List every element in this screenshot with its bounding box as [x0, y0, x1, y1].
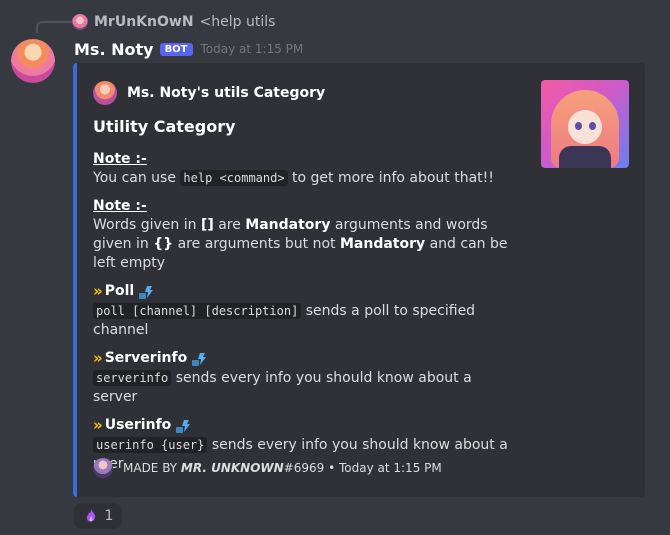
embed-title: Utility Category	[93, 117, 236, 136]
embed-author: Ms. Noty's utils Category	[93, 81, 325, 105]
tool-icon	[191, 351, 207, 367]
purple-fire-icon	[83, 508, 99, 524]
embed-description: Utility Category Note :- You can use hel…	[93, 117, 513, 474]
reply-text[interactable]: <help utils	[200, 14, 276, 30]
note-2-bold: Mandatory	[245, 217, 331, 233]
field-name: Poll	[104, 283, 135, 299]
poll-code: poll [channel] [description]	[93, 303, 302, 319]
field-serverinfo: » Serverinfo serverinfo sends every info…	[93, 348, 513, 407]
embed-thumbnail[interactable]	[541, 80, 629, 168]
footer-icon	[93, 458, 113, 478]
note-2-text: are	[213, 217, 246, 233]
bot-username[interactable]: Ms. Noty	[74, 40, 154, 59]
bot-avatar[interactable]	[11, 39, 55, 83]
note-1-text-post: to get more info about that!!	[287, 170, 494, 186]
bot-badge: BOT	[159, 42, 193, 56]
note-2-text: Words given in	[93, 217, 201, 233]
message-timestamp[interactable]: Today at 1:15 PM	[201, 42, 304, 56]
embed-author-icon	[93, 81, 117, 105]
userinfo-code: userinfo {user}	[93, 437, 208, 453]
note-2-text: are arguments but not	[173, 236, 340, 252]
note-2-bold: {}	[153, 236, 174, 252]
field-poll: » Poll poll [channel] [description] send…	[93, 281, 513, 340]
note-1-text-pre: You can use	[93, 170, 181, 186]
embed-author-name: Ms. Noty's utils Category	[127, 85, 326, 101]
reply-preview[interactable]: MrUnKnOwN <help utils	[72, 12, 275, 32]
chevron-icon: »	[93, 349, 103, 367]
field-name: Serverinfo	[104, 350, 188, 366]
reply-connector	[36, 21, 72, 33]
chevron-icon: »	[93, 282, 103, 300]
tool-icon	[175, 418, 191, 434]
message-header: Ms. Noty BOT Today at 1:15 PM	[74, 38, 303, 60]
note-2-bold: Mandatory	[339, 236, 426, 252]
field-name: Userinfo	[104, 417, 172, 433]
tool-icon	[138, 284, 154, 300]
help-embed: Ms. Noty's utils Category Utility Catego…	[73, 63, 645, 497]
help-command-code: help <command>	[180, 170, 288, 186]
note-1-label: Note :-	[93, 151, 147, 167]
note-2: Note :- Words given in [] are Mandatory …	[93, 197, 513, 273]
chevron-icon: »	[93, 416, 103, 434]
reply-username[interactable]: MrUnKnOwN	[94, 14, 194, 30]
serverinfo-code: serverinfo	[93, 370, 172, 386]
footer-text: MADE BY MR. UNKNOWN#6969 • Today at 1:15…	[123, 461, 442, 475]
reply-avatar[interactable]	[72, 14, 88, 30]
note-1: Note :- You can use help <command> to ge…	[93, 150, 513, 188]
embed-footer: MADE BY MR. UNKNOWN#6969 • Today at 1:15…	[93, 456, 442, 480]
reaction-count: 1	[104, 508, 114, 524]
note-2-bold: []	[200, 217, 214, 233]
reaction-button[interactable]: 1	[74, 503, 122, 529]
note-2-label: Note :-	[93, 198, 147, 214]
